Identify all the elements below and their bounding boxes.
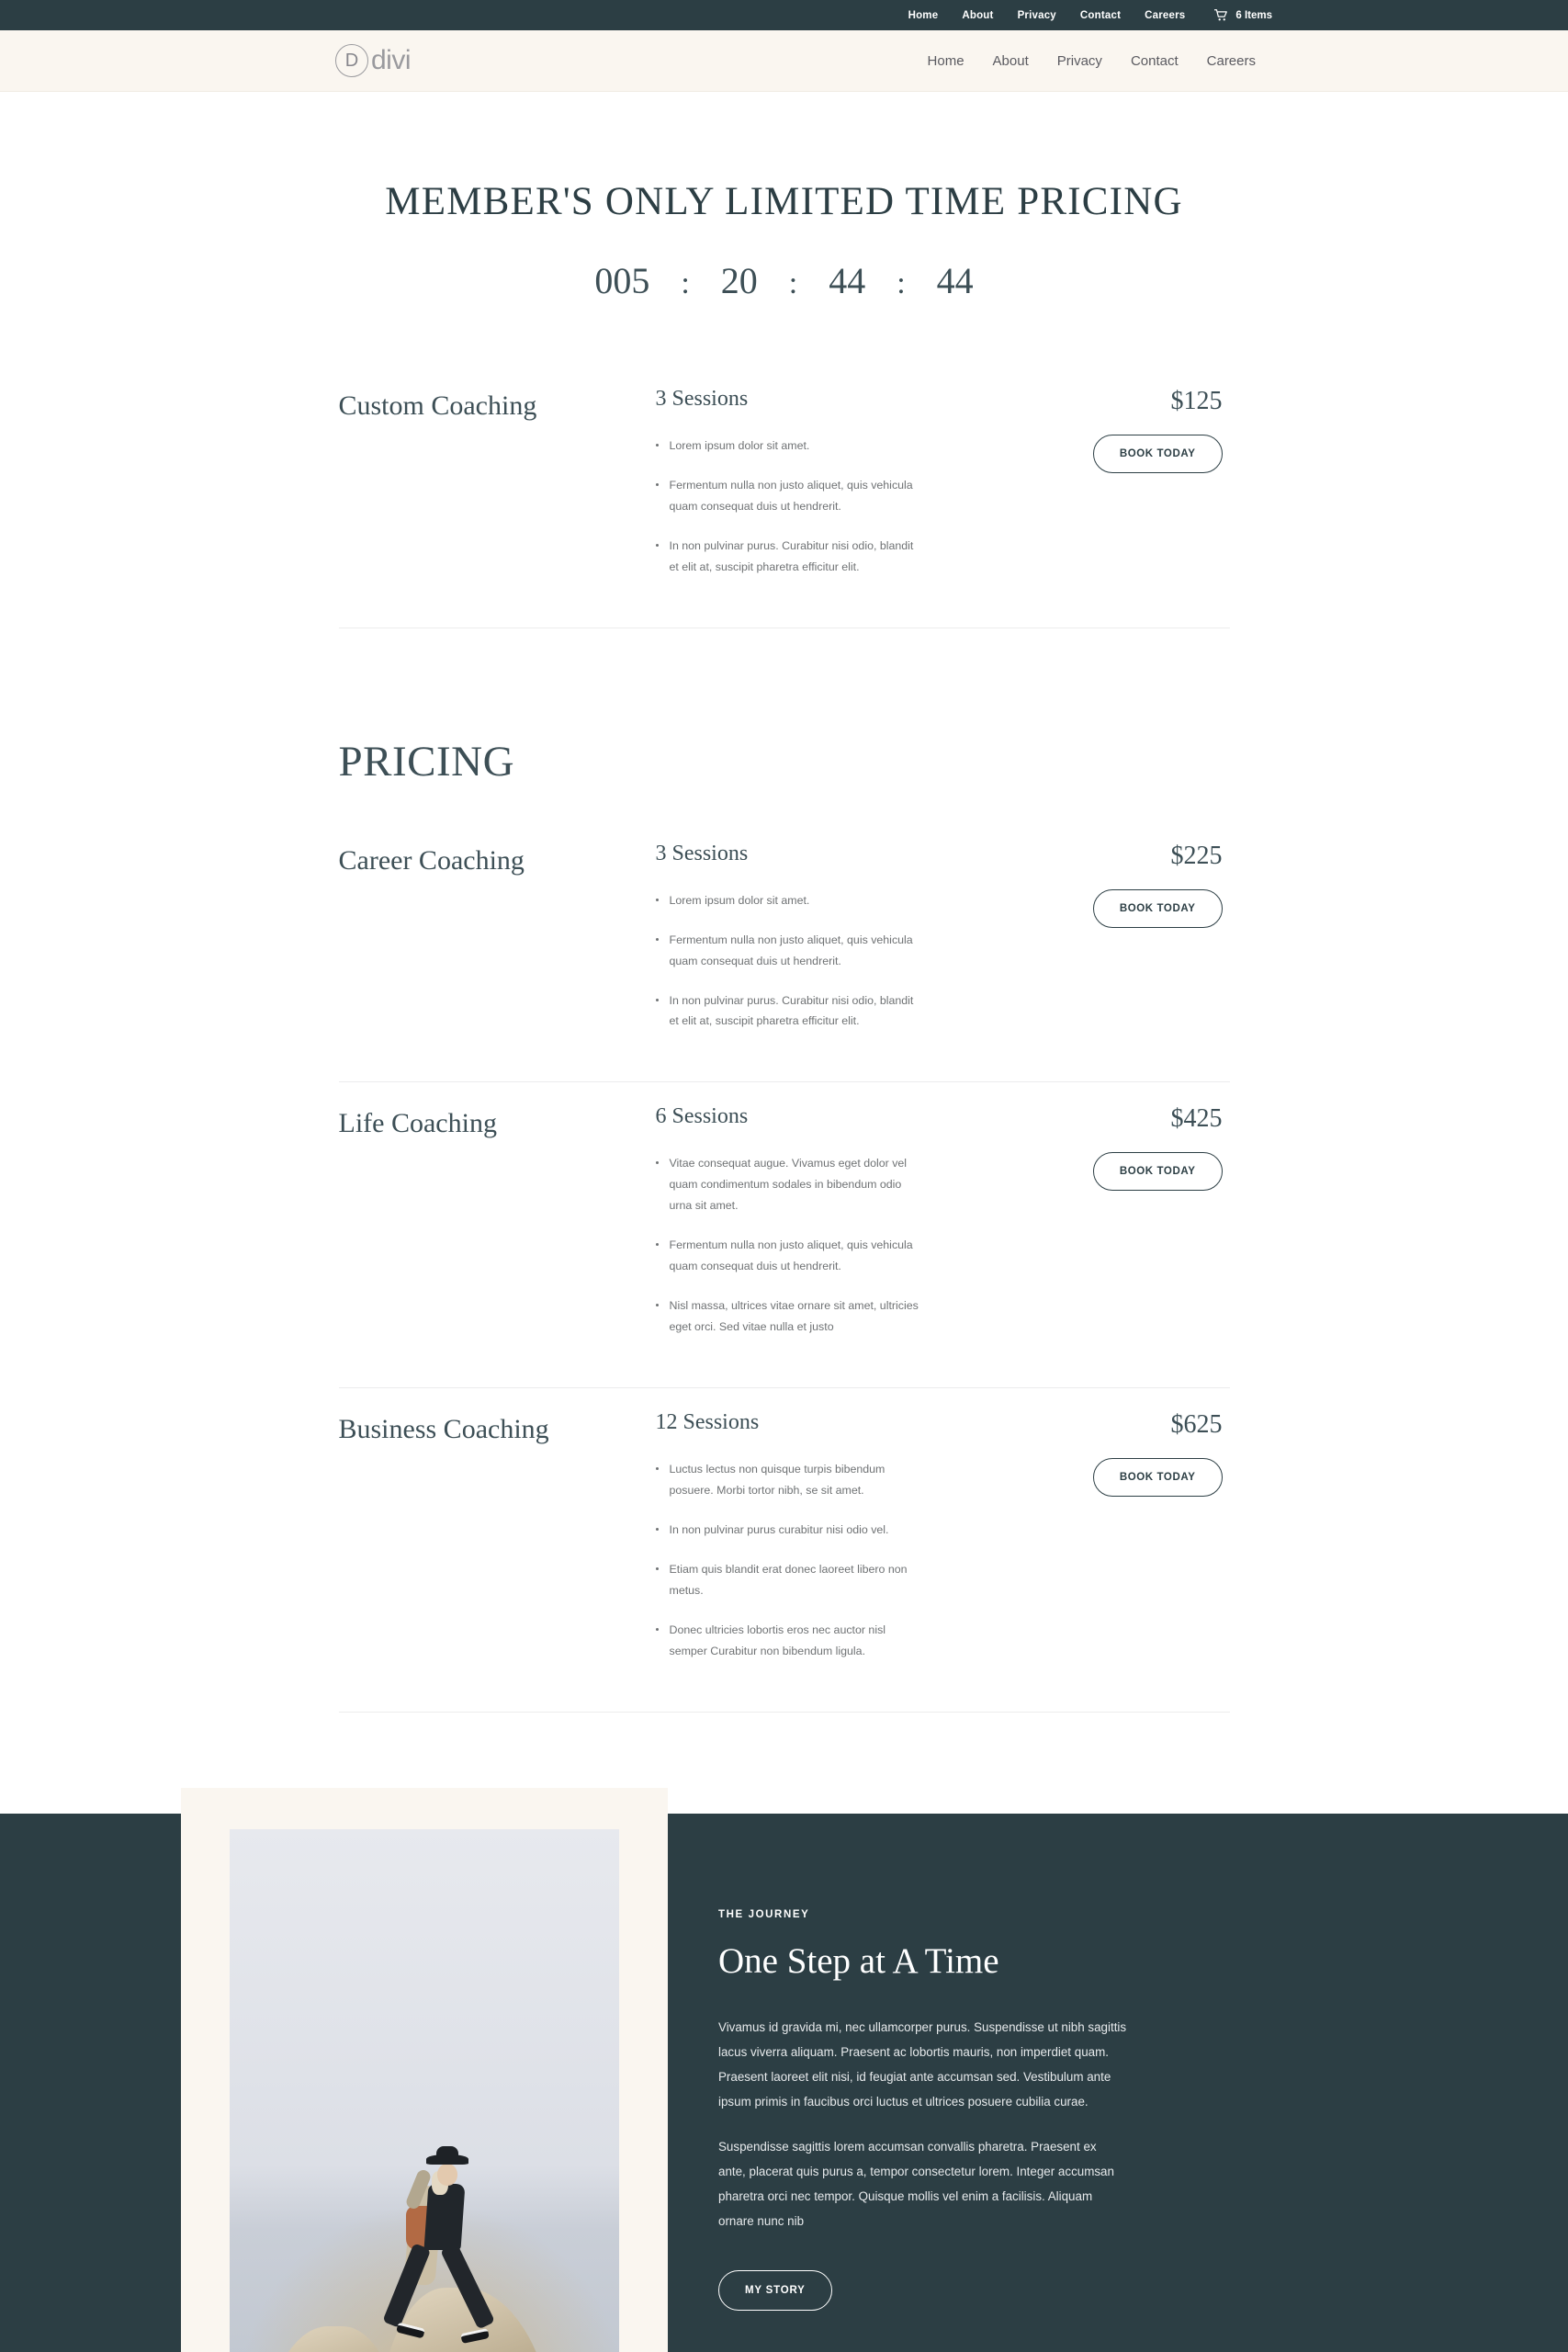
countdown-timer: 005 : 20 : 44 : 44 <box>0 259 1568 302</box>
countdown-separator-1: : <box>681 266 690 300</box>
pricing-section: PRICING Career Coaching 3 Sessions Lorem… <box>338 628 1230 1713</box>
walker-figure <box>381 2145 496 2352</box>
journey-photo-panel <box>181 1787 668 2352</box>
nav-item-contact[interactable]: Contact <box>1131 53 1179 69</box>
plan-price-cell: $625 BOOK TODAY <box>1037 1410 1230 1497</box>
rock-shape <box>260 2325 401 2352</box>
plan-title: Career Coaching <box>338 844 525 876</box>
my-story-button[interactable]: MY STORY <box>718 2270 832 2312</box>
nav-item-privacy[interactable]: Privacy <box>1057 53 1102 69</box>
site-header: D divi Home About Privacy Contact Career… <box>0 30 1568 92</box>
journey-text-column: THE JOURNEY One Step at A Time Vivamus i… <box>668 1814 1237 2352</box>
topbar-link-contact[interactable]: Contact <box>1080 10 1121 21</box>
top-utility-bar: Home About Privacy Contact Careers 6 Ite… <box>0 0 1568 30</box>
list-item: Fermentum nulla non justo aliquet, quis … <box>655 930 924 972</box>
journey-section: THE JOURNEY One Step at A Time Vivamus i… <box>0 1787 1568 2352</box>
plan-title: Custom Coaching <box>338 390 537 421</box>
plan-detail-cell: 3 Sessions Lorem ipsum dolor sit amet. F… <box>655 841 1037 1051</box>
shopping-cart-icon <box>1214 9 1228 21</box>
list-item: Fermentum nulla non justo aliquet, quis … <box>655 475 924 517</box>
plan-feature-list: Luctus lectus non quisque turpis bibendu… <box>655 1459 1037 1662</box>
site-logo-text: divi <box>371 45 412 75</box>
plan-title: Business Coaching <box>338 1413 549 1444</box>
featured-plan-section: Custom Coaching 3 Sessions Lorem ipsum d… <box>338 302 1230 628</box>
topbar-link-home[interactable]: Home <box>908 10 939 21</box>
plan-price-cell: $225 BOOK TODAY <box>1037 842 1230 928</box>
list-item: Nisl massa, ultrices vitae ornare sit am… <box>655 1295 924 1338</box>
cart-widget[interactable]: 6 Items <box>1214 9 1272 21</box>
list-item: In non pulvinar purus. Curabitur nisi od… <box>655 990 924 1033</box>
site-logo[interactable]: D divi <box>335 44 412 77</box>
journey-heading: One Step at A Time <box>718 1940 999 1981</box>
plan-name-cell: Life Coaching <box>339 1104 656 1139</box>
list-item: Lorem ipsum dolor sit amet. <box>655 435 924 457</box>
topbar-link-about[interactable]: About <box>962 10 993 21</box>
countdown-seconds: 44 <box>936 260 974 301</box>
plan-detail-cell: 3 Sessions Lorem ipsum dolor sit amet. F… <box>655 387 1037 596</box>
countdown-separator-2: : <box>788 266 798 300</box>
list-item: In non pulvinar purus curabitur nisi odi… <box>655 1520 924 1541</box>
pricing-row-custom-coaching: Custom Coaching 3 Sessions Lorem ipsum d… <box>338 387 1230 628</box>
list-item: Fermentum nulla non justo aliquet, quis … <box>655 1235 924 1277</box>
countdown-separator-3: : <box>897 266 906 300</box>
journey-paragraph: Vivamus id gravida mi, nec ullamcorper p… <box>718 2019 1127 2109</box>
plan-sessions: 3 Sessions <box>655 387 749 411</box>
plan-name-cell: Career Coaching <box>339 842 656 876</box>
journey-paragraph: Suspendisse sagittis lorem accumsan conv… <box>718 2139 1114 2229</box>
countdown-days: 005 <box>594 260 650 301</box>
plan-feature-list: Vitae consequat augue. Vivamus eget dolo… <box>655 1153 1037 1338</box>
book-today-button[interactable]: BOOK TODAY <box>1092 435 1223 473</box>
top-utility-nav: Home About Privacy Contact Careers 6 Ite… <box>908 9 1272 21</box>
cart-item-count: 6 Items <box>1235 9 1272 21</box>
list-item: Luctus lectus non quisque turpis bibendu… <box>655 1459 924 1501</box>
plan-price: $425 <box>1170 1104 1223 1134</box>
plan-title: Life Coaching <box>338 1108 497 1139</box>
plan-feature-list: Lorem ipsum dolor sit amet. Fermentum nu… <box>655 890 1037 1033</box>
list-item: Etiam quis blandit erat donec laoreet li… <box>655 1559 924 1601</box>
plan-sessions: 6 Sessions <box>655 1104 749 1129</box>
plan-name-cell: Business Coaching <box>339 1410 656 1445</box>
countdown-minutes: 44 <box>829 260 866 301</box>
nav-item-about[interactable]: About <box>993 53 1029 69</box>
pricing-row-life-coaching: Life Coaching 6 Sessions Vitae consequat… <box>338 1082 1230 1388</box>
book-today-button[interactable]: BOOK TODAY <box>1092 1457 1223 1497</box>
page-title: MEMBER'S ONLY LIMITED TIME PRICING <box>385 180 1183 223</box>
main-nav: Home About Privacy Contact Careers <box>928 53 1256 69</box>
plan-price-cell: $425 BOOK TODAY <box>1037 1104 1230 1192</box>
journey-photo <box>230 1828 619 2352</box>
nav-item-home[interactable]: Home <box>928 53 964 69</box>
plan-sessions: 12 Sessions <box>655 1409 760 1434</box>
journey-eyebrow: THE JOURNEY <box>718 1908 810 1920</box>
countdown-hours: 20 <box>720 260 758 301</box>
pricing-row-business-coaching: Business Coaching 12 Sessions Luctus lec… <box>338 1388 1230 1713</box>
list-item: Vitae consequat augue. Vivamus eget dolo… <box>655 1153 924 1216</box>
plan-price: $225 <box>1170 841 1223 870</box>
plan-sessions: 3 Sessions <box>655 841 749 865</box>
plan-price: $125 <box>1170 387 1223 415</box>
plan-feature-list: Lorem ipsum dolor sit amet. Fermentum nu… <box>655 435 1037 578</box>
topbar-link-careers[interactable]: Careers <box>1145 10 1185 21</box>
plan-detail-cell: 12 Sessions Luctus lectus non quisque tu… <box>655 1409 1037 1680</box>
book-today-button[interactable]: BOOK TODAY <box>1092 888 1223 928</box>
nav-item-careers[interactable]: Careers <box>1207 53 1256 69</box>
section-heading-pricing: PRICING <box>338 737 515 786</box>
list-item: Donec ultricies lobortis eros nec auctor… <box>655 1620 924 1662</box>
divi-logo-icon: D <box>335 44 368 77</box>
list-item: In non pulvinar purus. Curabitur nisi od… <box>655 536 924 578</box>
plan-price-cell: $125 BOOK TODAY <box>1037 387 1230 473</box>
pricing-row-career-coaching: Career Coaching 3 Sessions Lorem ipsum d… <box>338 841 1230 1083</box>
book-today-button[interactable]: BOOK TODAY <box>1092 1152 1223 1192</box>
plan-detail-cell: 6 Sessions Vitae consequat augue. Vivamu… <box>655 1104 1037 1356</box>
list-item: Lorem ipsum dolor sit amet. <box>655 890 924 911</box>
plan-price: $625 <box>1170 1409 1223 1439</box>
topbar-link-privacy[interactable]: Privacy <box>1018 10 1056 21</box>
plan-name-cell: Custom Coaching <box>339 387 656 422</box>
hero-section: MEMBER'S ONLY LIMITED TIME PRICING 005 :… <box>0 92 1568 302</box>
